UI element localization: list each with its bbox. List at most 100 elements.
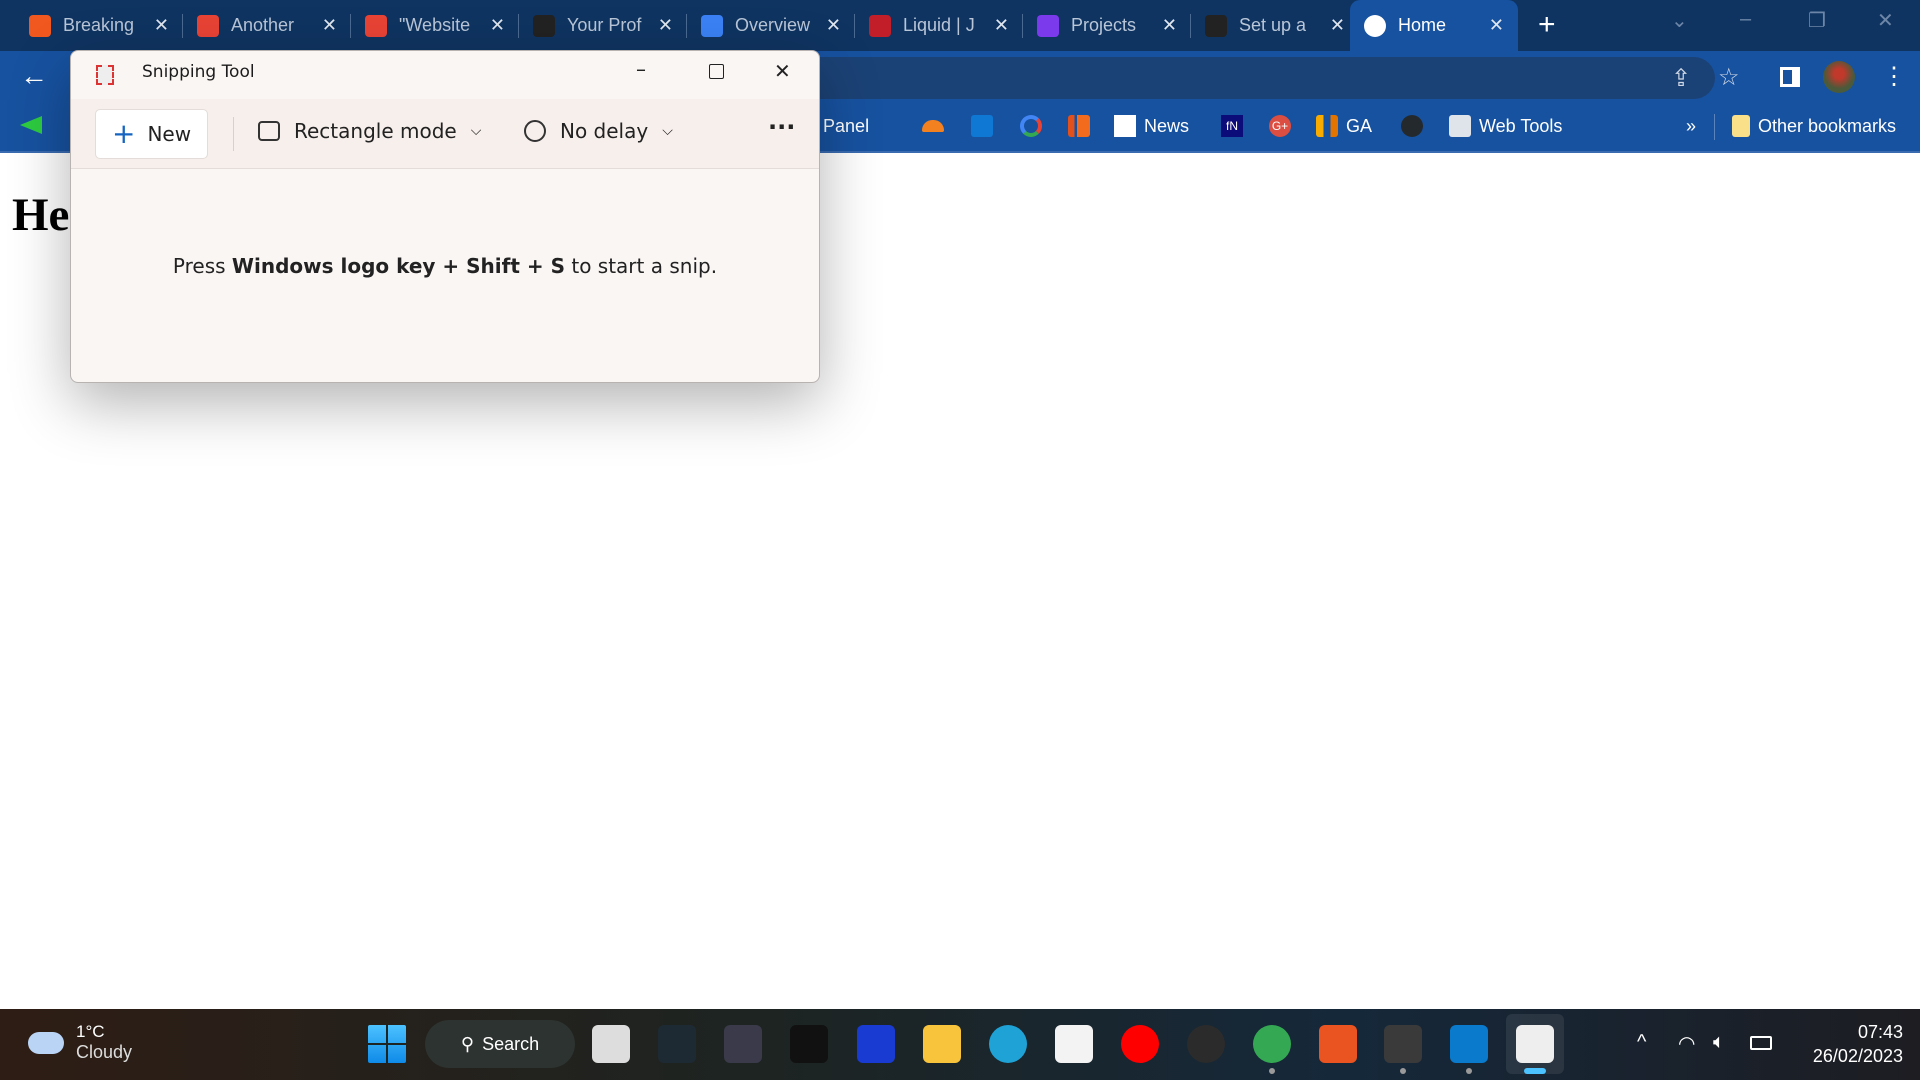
cloudflare-icon[interactable]	[922, 113, 952, 139]
weather-widget[interactable]: 1°C Cloudy	[28, 1022, 132, 1063]
side-panel-icon[interactable]	[1780, 67, 1800, 87]
snipping-tool-icon[interactable]	[1516, 1025, 1554, 1063]
tab[interactable]: Breaking ✕	[15, 6, 183, 45]
snip-close-button[interactable]: ✕	[774, 59, 791, 83]
github-icon	[1205, 14, 1227, 37]
wifi-icon[interactable]: ◠	[1678, 1031, 1695, 1056]
azure-devops-icon	[701, 14, 723, 37]
tab-label: Your Prof	[567, 15, 642, 35]
star-icon[interactable]: ☆	[1718, 63, 1740, 92]
tab[interactable]: Another ✕	[183, 6, 351, 45]
close-tab-icon[interactable]: ✕	[826, 15, 841, 36]
tab[interactable]: "Website ✕	[351, 6, 519, 45]
close-tab-icon[interactable]: ✕	[154, 15, 169, 36]
toolbox-icon	[1449, 115, 1471, 137]
analytics-icon	[1316, 115, 1338, 137]
monitor-icon[interactable]	[790, 1025, 828, 1063]
tab[interactable]: Overview ✕	[687, 6, 855, 45]
terminal-icon[interactable]	[1384, 1025, 1422, 1063]
file-explorer-icon[interactable]	[923, 1025, 961, 1063]
battery-icon[interactable]	[1750, 1036, 1772, 1050]
back-button[interactable]: ←	[20, 60, 48, 92]
search-button[interactable]: ⚲ Search	[425, 1020, 575, 1068]
cloud-icon	[28, 1031, 64, 1054]
toolbar-divider	[233, 117, 234, 151]
clock[interactable]: 07:43 26/02/2023	[1790, 1020, 1903, 1068]
google-plus-icon[interactable]: G+	[1269, 113, 1299, 139]
delay-dropdown[interactable]: No delay ⌵	[524, 119, 673, 143]
plus-icon: +	[112, 117, 136, 150]
audacity-icon[interactable]	[857, 1025, 895, 1063]
obs-icon[interactable]	[1187, 1025, 1225, 1063]
more-options-button[interactable]: ···	[768, 113, 795, 141]
search-icon: ⚲	[460, 1033, 475, 1054]
close-tab-icon[interactable]: ✕	[994, 15, 1009, 36]
new-tab-button[interactable]: +	[1538, 8, 1556, 42]
snip-mode-dropdown[interactable]: Rectangle mode ⌵	[258, 119, 481, 143]
bookmark-arrow-icon[interactable]	[20, 116, 42, 134]
fn-icon[interactable]: fN	[1221, 113, 1251, 139]
menu-icon[interactable]: ⋮	[1882, 62, 1906, 91]
store-icon[interactable]	[1055, 1025, 1093, 1063]
bookmark-news[interactable]: News	[1114, 113, 1189, 139]
outlook-icon[interactable]	[971, 113, 1001, 139]
running-indicator	[1269, 1068, 1275, 1074]
edge-icon[interactable]	[989, 1025, 1027, 1063]
close-tab-icon[interactable]: ✕	[322, 15, 337, 36]
gmail-icon	[365, 14, 387, 37]
chrome-icon[interactable]	[1253, 1025, 1291, 1063]
close-tab-icon[interactable]: ✕	[1330, 15, 1345, 36]
tab-label: "Website	[399, 15, 471, 35]
tab-label: Projects	[1071, 15, 1137, 35]
avatar[interactable]	[1823, 61, 1855, 93]
task-view-icon[interactable]	[592, 1025, 630, 1063]
orange-bars-icon	[29, 14, 51, 37]
tab[interactable]: Liquid | J ✕	[855, 6, 1023, 45]
volume-icon[interactable]: 🔈︎	[1713, 1031, 1725, 1054]
bookmark-web-tools[interactable]: Web Tools	[1449, 113, 1562, 139]
youtube-music-icon[interactable]	[1121, 1025, 1159, 1063]
bookmark-separator	[1714, 114, 1715, 140]
clock-icon	[524, 120, 546, 142]
tab[interactable]: Projects ✕	[1023, 6, 1191, 45]
tab-search-icon[interactable]: ⌄	[1671, 8, 1688, 33]
snipping-tool-icon	[96, 65, 114, 85]
globe-icon	[1364, 14, 1386, 37]
show-hidden-icons[interactable]: ^	[1637, 1031, 1646, 1054]
folder-icon	[1732, 115, 1750, 137]
tab[interactable]: Set up a ✕	[1191, 6, 1359, 45]
tab-label: Breaking	[63, 15, 135, 35]
ubuntu-icon[interactable]	[1319, 1025, 1357, 1063]
tab[interactable]: Home ✕	[1350, 0, 1518, 51]
snip-toolbar: + New Rectangle mode ⌵ No delay ⌵ ···	[71, 99, 819, 169]
share-icon[interactable]: ⇪	[1671, 64, 1691, 93]
github-icon[interactable]	[1401, 113, 1431, 139]
vscode-icon[interactable]	[1450, 1025, 1488, 1063]
close-tab-icon[interactable]: ✕	[1162, 15, 1177, 36]
canva-icon	[1037, 14, 1059, 37]
bookmark-ga[interactable]: GA	[1316, 113, 1372, 139]
news-icon	[1114, 115, 1136, 137]
calculator-icon[interactable]	[658, 1025, 696, 1063]
close-window-button[interactable]: ✕	[1877, 8, 1894, 33]
google-icon[interactable]	[1020, 113, 1050, 139]
app-icon[interactable]	[724, 1025, 762, 1063]
close-tab-icon[interactable]: ✕	[658, 15, 673, 36]
liquid-icon	[869, 14, 891, 37]
snip-maximize-button[interactable]	[709, 64, 724, 79]
bookmark-other-bookmarks[interactable]: Other bookmarks	[1732, 113, 1896, 139]
close-tab-icon[interactable]: ✕	[1489, 15, 1504, 36]
start-button[interactable]	[368, 1025, 406, 1063]
tab[interactable]: Your Prof ✕	[519, 6, 687, 45]
new-snip-button[interactable]: + New	[95, 109, 208, 159]
snipping-tool-window: Snipping Tool – ✕ + New Rectangle mode ⌵ N…	[70, 50, 820, 383]
minimize-button[interactable]: –	[1740, 8, 1751, 31]
restore-button[interactable]: ❐	[1808, 8, 1826, 33]
bookmarks-overflow-button[interactable]: »	[1686, 113, 1696, 139]
address-bar[interactable]	[780, 57, 1715, 99]
snip-minimize-button[interactable]: –	[636, 57, 646, 81]
close-tab-icon[interactable]: ✕	[490, 15, 505, 36]
orange-bars-icon[interactable]	[1068, 113, 1098, 139]
chevron-down-icon: ⌵	[662, 123, 673, 139]
tab-label: Overview	[735, 15, 811, 35]
